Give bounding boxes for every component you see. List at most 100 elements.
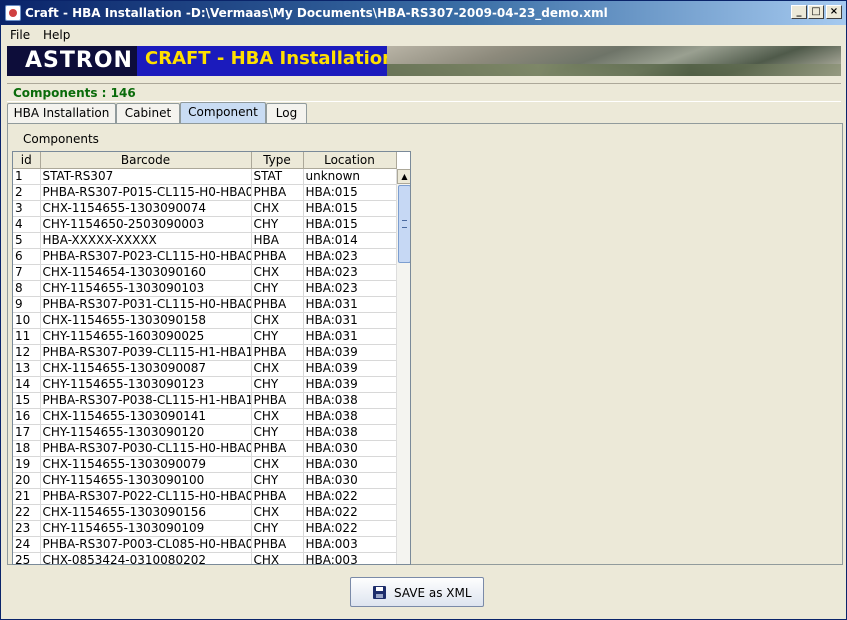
cell-type[interactable]: CHX: [251, 200, 304, 217]
cell-type[interactable]: PHBA: [251, 344, 304, 361]
cell-id[interactable]: 5: [13, 232, 41, 249]
table-row[interactable]: 7 CHX-1154654-1303090160 CHX HBA:023: [13, 264, 397, 281]
cell-location[interactable]: HBA:022: [303, 520, 397, 537]
tab-component[interactable]: Component: [180, 102, 266, 124]
cell-type[interactable]: PHBA: [251, 536, 304, 553]
cell-barcode[interactable]: CHY-1154655-1303090109: [40, 520, 252, 537]
cell-location[interactable]: HBA:039: [303, 344, 397, 361]
cell-barcode[interactable]: CHX-1154655-1303090079: [40, 456, 252, 473]
table-row[interactable]: 13 CHX-1154655-1303090087 CHX HBA:039: [13, 360, 397, 377]
cell-location[interactable]: HBA:030: [303, 472, 397, 489]
cell-barcode[interactable]: CHY-1154655-1303090100: [40, 472, 252, 489]
cell-type[interactable]: CHX: [251, 552, 304, 564]
tab-cabinet[interactable]: Cabinet: [116, 103, 180, 124]
cell-barcode[interactable]: PHBA-RS307-P030-CL115-H0-HBA0: [40, 440, 252, 457]
cell-type[interactable]: CHY: [251, 376, 304, 393]
cell-barcode[interactable]: STAT-RS307: [40, 168, 252, 185]
cell-barcode[interactable]: CHY-1154655-1303090123: [40, 376, 252, 393]
cell-location[interactable]: HBA:038: [303, 424, 397, 441]
scroll-thumb[interactable]: [398, 185, 410, 263]
cell-barcode[interactable]: CHY-1154655-1303090103: [40, 280, 252, 297]
tab-log[interactable]: Log: [266, 103, 307, 124]
cell-type[interactable]: CHX: [251, 312, 304, 329]
cell-barcode[interactable]: PHBA-RS307-P022-CL115-H0-HBA0: [40, 488, 252, 505]
column-header-barcode[interactable]: Barcode: [40, 152, 252, 169]
cell-id[interactable]: 9: [13, 296, 41, 313]
column-header-id[interactable]: id: [13, 152, 41, 169]
cell-location[interactable]: HBA:038: [303, 392, 397, 409]
table-row[interactable]: 1 STAT-RS307 STAT unknown: [13, 168, 397, 185]
cell-barcode[interactable]: CHY-1154655-1603090025: [40, 328, 252, 345]
vertical-scrollbar[interactable]: ▲: [396, 169, 410, 564]
cell-id[interactable]: 19: [13, 456, 41, 473]
cell-id[interactable]: 13: [13, 360, 41, 377]
cell-type[interactable]: CHX: [251, 504, 304, 521]
cell-barcode[interactable]: CHX-1154655-1303090087: [40, 360, 252, 377]
table-row[interactable]: 18 PHBA-RS307-P030-CL115-H0-HBA0 PHBA HBA:0…: [13, 440, 397, 457]
cell-id[interactable]: 14: [13, 376, 41, 393]
cell-id[interactable]: 1: [13, 168, 41, 185]
table-row[interactable]: 16 CHX-1154655-1303090141 CHX HBA:038: [13, 408, 397, 425]
cell-location[interactable]: HBA:039: [303, 360, 397, 377]
table-row[interactable]: 10 CHX-1154655-1303090158 CHX HBA:031: [13, 312, 397, 329]
cell-id[interactable]: 15: [13, 392, 41, 409]
menu-file[interactable]: File: [10, 28, 30, 42]
cell-id[interactable]: 7: [13, 264, 41, 281]
cell-id[interactable]: 8: [13, 280, 41, 297]
tab-hba-installation[interactable]: HBA Installation: [7, 103, 116, 124]
cell-type[interactable]: CHY: [251, 216, 304, 233]
table-row[interactable]: 12 PHBA-RS307-P039-CL115-H1-HBA1 PHBA HBA:0…: [13, 344, 397, 361]
cell-type[interactable]: CHY: [251, 280, 304, 297]
cell-type[interactable]: HBA: [251, 232, 304, 249]
table-row[interactable]: 4 CHY-1154650-2503090003 CHY HBA:015: [13, 216, 397, 233]
cell-barcode[interactable]: CHX-1154655-1303090158: [40, 312, 252, 329]
scroll-up-arrow-icon[interactable]: ▲: [397, 169, 410, 184]
title-bar[interactable]: Craft - HBA Installation -D:\Vermaas\My …: [1, 1, 846, 25]
table-row[interactable]: 23 CHY-1154655-1303090109 CHY HBA:022: [13, 520, 397, 537]
cell-id[interactable]: 10: [13, 312, 41, 329]
cell-type[interactable]: CHX: [251, 456, 304, 473]
java-app-icon[interactable]: [5, 5, 21, 21]
maximize-button[interactable]: □: [808, 5, 824, 19]
cell-location[interactable]: HBA:031: [303, 296, 397, 313]
cell-barcode[interactable]: CHX-0853424-0310080202: [40, 552, 252, 564]
cell-location[interactable]: HBA:015: [303, 184, 397, 201]
column-header-location[interactable]: Location: [303, 152, 397, 169]
cell-id[interactable]: 2: [13, 184, 41, 201]
cell-location[interactable]: HBA:030: [303, 456, 397, 473]
cell-location[interactable]: HBA:030: [303, 440, 397, 457]
cell-location[interactable]: HBA:014: [303, 232, 397, 249]
cell-barcode[interactable]: CHY-1154655-1303090120: [40, 424, 252, 441]
cell-id[interactable]: 18: [13, 440, 41, 457]
cell-location[interactable]: HBA:031: [303, 328, 397, 345]
table-row[interactable]: 6 PHBA-RS307-P023-CL115-H0-HBA0 PHBA HBA:02…: [13, 248, 397, 265]
cell-location[interactable]: HBA:003: [303, 552, 397, 564]
cell-location[interactable]: HBA:023: [303, 248, 397, 265]
table-row[interactable]: 17 CHY-1154655-1303090120 CHY HBA:038: [13, 424, 397, 441]
cell-id[interactable]: 12: [13, 344, 41, 361]
close-button[interactable]: ×: [826, 5, 842, 19]
cell-type[interactable]: CHX: [251, 360, 304, 377]
cell-type[interactable]: PHBA: [251, 440, 304, 457]
cell-id[interactable]: 6: [13, 248, 41, 265]
cell-type[interactable]: PHBA: [251, 488, 304, 505]
table-row[interactable]: 3 CHX-1154655-1303090074 CHX HBA:015: [13, 200, 397, 217]
cell-type[interactable]: PHBA: [251, 184, 304, 201]
cell-location[interactable]: HBA:023: [303, 280, 397, 297]
cell-type[interactable]: CHY: [251, 424, 304, 441]
cell-location[interactable]: HBA:015: [303, 200, 397, 217]
cell-barcode[interactable]: PHBA-RS307-P038-CL115-H1-HBA1: [40, 392, 252, 409]
cell-type[interactable]: PHBA: [251, 296, 304, 313]
table-row[interactable]: 24 PHBA-RS307-P003-CL085-H0-HBA0 PHBA HBA:0…: [13, 536, 397, 553]
cell-id[interactable]: 24: [13, 536, 41, 553]
table-row[interactable]: 14 CHY-1154655-1303090123 CHY HBA:039: [13, 376, 397, 393]
cell-id[interactable]: 22: [13, 504, 41, 521]
cell-barcode[interactable]: CHY-1154650-2503090003: [40, 216, 252, 233]
cell-barcode[interactable]: HBA-XXXXX-XXXXX: [40, 232, 252, 249]
table-row[interactable]: 11 CHY-1154655-1603090025 CHY HBA:031: [13, 328, 397, 345]
table-row[interactable]: 5 HBA-XXXXX-XXXXX HBA HBA:014: [13, 232, 397, 249]
cell-type[interactable]: CHY: [251, 328, 304, 345]
table-row[interactable]: 9 PHBA-RS307-P031-CL115-H0-HBA0 PHBA HBA:03…: [13, 296, 397, 313]
table-row[interactable]: 15 PHBA-RS307-P038-CL115-H1-HBA1 PHBA HBA:0…: [13, 392, 397, 409]
cell-id[interactable]: 16: [13, 408, 41, 425]
